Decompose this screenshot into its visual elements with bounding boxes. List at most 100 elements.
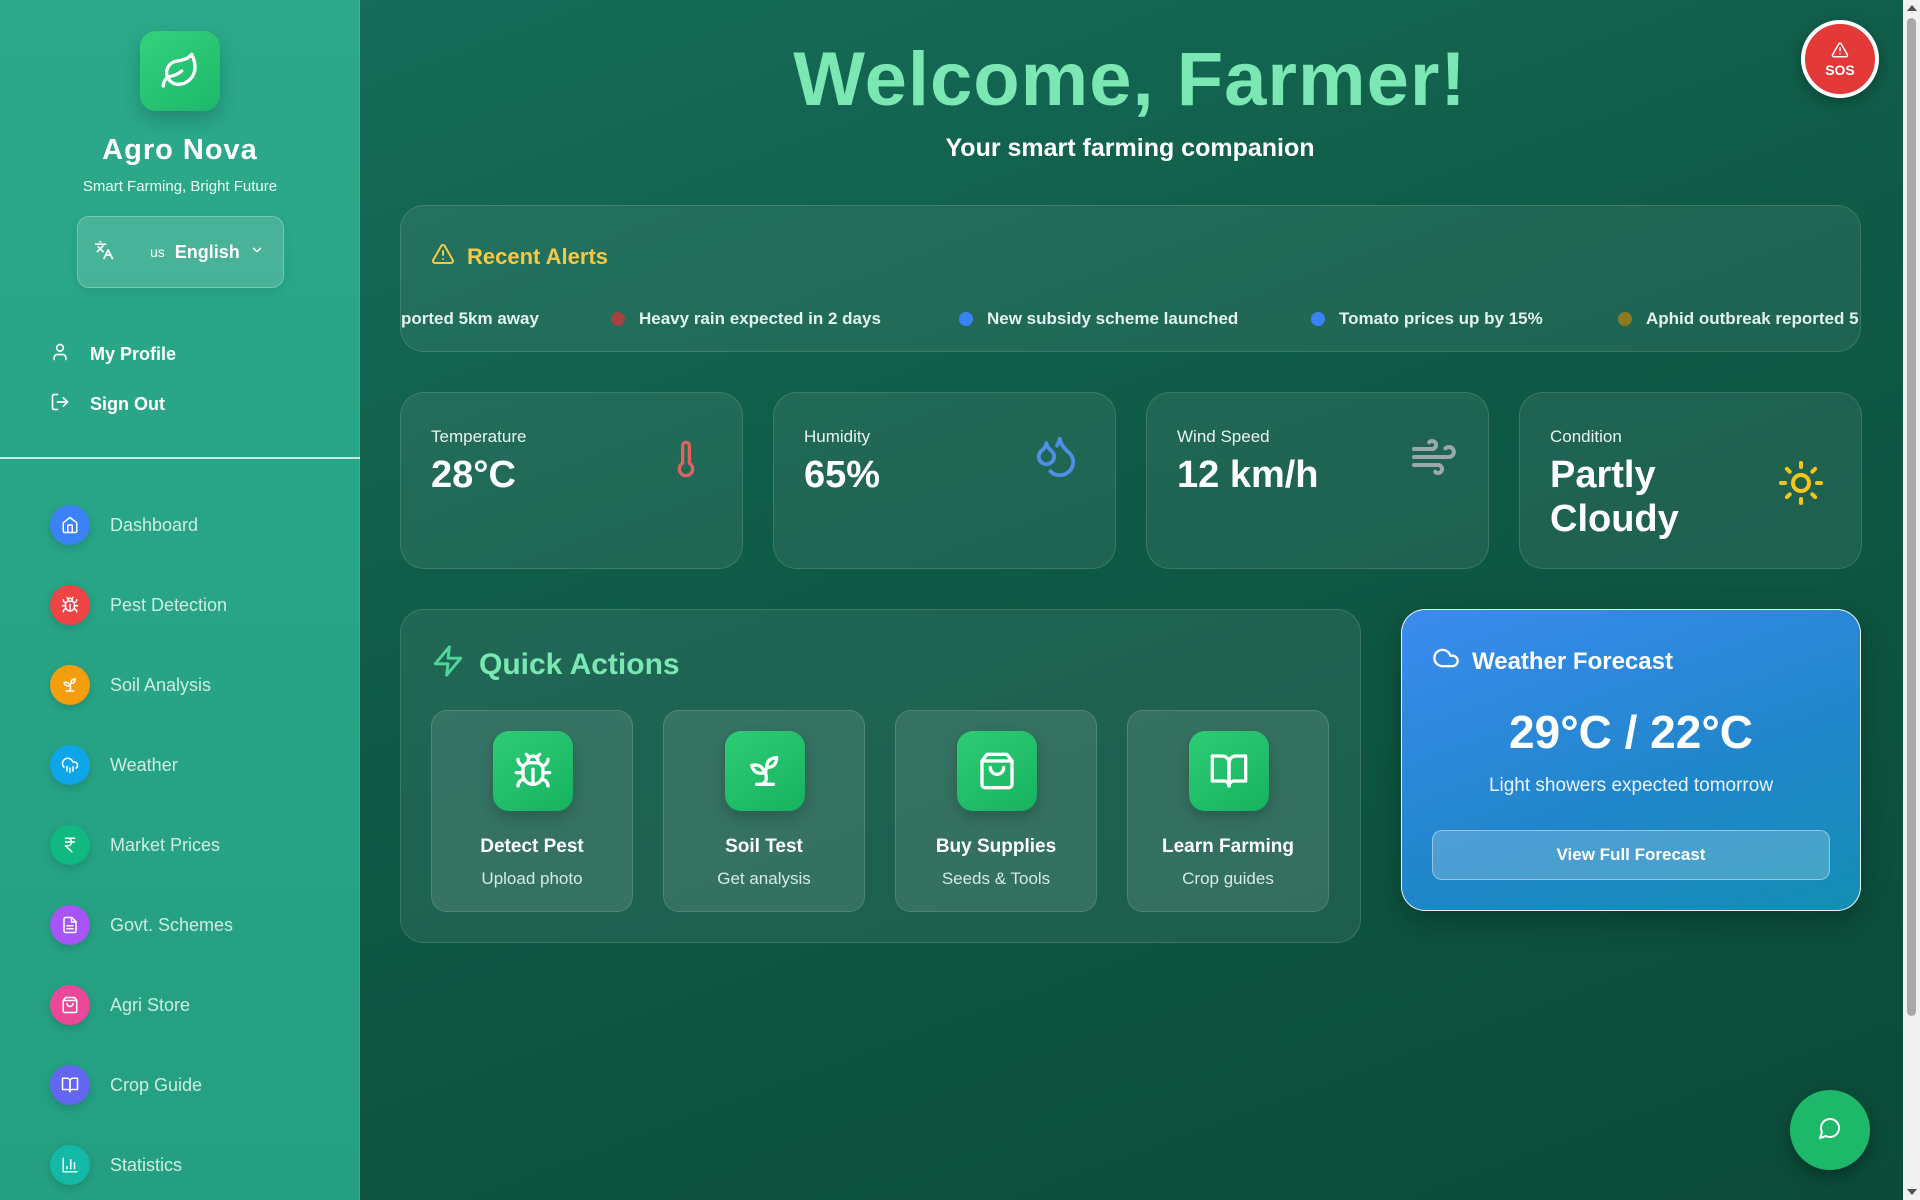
sidebar-item-dashboard[interactable]: Dashboard: [50, 503, 340, 547]
sidebar-item-label: Market Prices: [110, 834, 221, 855]
quick-action-subtitle: Crop guides: [1182, 869, 1274, 888]
quick-action-buy-supplies[interactable]: Buy Supplies Seeds & Tools: [895, 710, 1097, 912]
quick-action-title: Buy Supplies: [935, 836, 1057, 857]
quick-actions-title: Quick Actions: [479, 648, 680, 681]
alert-item[interactable]: Aphid outbreak reported 5: [1618, 309, 1859, 329]
book-icon: [1189, 731, 1269, 811]
quick-action-title: Learn Farming: [1162, 836, 1294, 857]
stat-label: Temperature: [431, 427, 527, 446]
sidebar-item-label: Soil Analysis: [110, 674, 212, 695]
alert-text: ported 5km away: [401, 309, 539, 328]
stat-label: Humidity: [804, 427, 871, 446]
stat-value: Partly Cloudy: [1550, 454, 1679, 540]
chat-bubble-icon: [1818, 1116, 1842, 1145]
home-icon: [50, 505, 90, 545]
view-full-forecast-button[interactable]: View Full Forecast: [1432, 830, 1830, 880]
book-icon: [50, 1065, 90, 1105]
leaf-icon: [140, 31, 220, 111]
recent-alerts-header: Recent Alerts: [431, 242, 608, 272]
translate-icon: [94, 240, 114, 265]
lightning-icon: [431, 644, 465, 686]
sidebar-item-pest-detection[interactable]: Pest Detection: [50, 583, 340, 627]
droplets-icon: [1033, 433, 1079, 484]
recent-alerts-panel: Recent Alerts ported 5km away Heavy rain…: [400, 205, 1861, 352]
chevron-down-icon: [250, 243, 264, 262]
sidebar-item-crop-guide[interactable]: Crop Guide: [50, 1063, 340, 1107]
quick-action-title: Soil Test: [725, 836, 803, 857]
alert-text: Heavy rain expected in 2 days: [639, 309, 881, 328]
page-title: Welcome, Farmer!: [793, 37, 1467, 122]
quick-action-soil-test[interactable]: Soil Test Get analysis: [663, 710, 865, 912]
forecast-header: Weather Forecast: [1432, 644, 1673, 679]
quick-action-title: Detect Pest: [480, 836, 584, 857]
thermometer-icon: [666, 433, 706, 490]
alert-item[interactable]: ported 5km away: [401, 309, 539, 329]
selected-language: English: [174, 241, 240, 262]
sidebar-item-label: Crop Guide: [110, 1074, 203, 1095]
page-subtitle: Your smart farming companion: [945, 134, 1315, 162]
scroll-up-arrow[interactable]: [1907, 5, 1917, 11]
sidebar-item-weather[interactable]: Weather: [50, 743, 340, 787]
brand-name: Agro Nova: [102, 134, 258, 166]
sidebar-item-label: Statistics: [110, 1154, 183, 1175]
flag-code: us: [150, 244, 165, 260]
sidebar-item-label: Govt. Schemes: [110, 914, 234, 935]
alert-item[interactable]: Heavy rain expected in 2 days: [611, 309, 881, 329]
shopping-bag-icon: [50, 985, 90, 1025]
stat-label: Wind Speed: [1177, 427, 1270, 446]
stat-value: 28°C: [431, 454, 516, 496]
my-profile-link[interactable]: My Profile: [50, 339, 176, 369]
sidebar-item-govt-schemes[interactable]: Govt. Schemes: [50, 903, 340, 947]
chat-button[interactable]: [1790, 1090, 1870, 1170]
log-out-icon: [50, 392, 70, 417]
scroll-down-arrow[interactable]: [1907, 1189, 1917, 1195]
page-scrollbar[interactable]: [1903, 0, 1920, 1200]
sos-button[interactable]: SOS: [1801, 20, 1879, 98]
sign-out-link[interactable]: Sign Out: [50, 389, 165, 419]
recent-alerts-title: Recent Alerts: [467, 244, 609, 269]
sprout-icon: [50, 665, 90, 705]
stat-card-humidity: Humidity 65%: [773, 392, 1116, 569]
sidebar-divider: [0, 457, 360, 459]
alert-item[interactable]: New subsidy scheme launched: [959, 309, 1238, 329]
bug-icon: [50, 585, 90, 625]
sprout-icon: [725, 731, 805, 811]
bug-icon: [493, 731, 573, 811]
alert-dot: [1311, 312, 1325, 326]
alert-item[interactable]: Tomato prices up by 15%: [1311, 309, 1543, 329]
cloud-rain-icon: [50, 745, 90, 785]
sos-label: SOS: [1825, 61, 1855, 78]
quick-action-subtitle: Upload photo: [481, 869, 583, 888]
sidebar: Agro Nova Smart Farming, Bright Future u…: [0, 0, 360, 1200]
alert-triangle-icon: [431, 242, 455, 272]
stat-value: 65%: [804, 454, 881, 496]
alert-dot: [959, 312, 973, 326]
user-icon: [50, 342, 70, 367]
sidebar-item-label: Pest Detection: [110, 594, 228, 615]
stat-card-condition: Condition Partly Cloudy: [1519, 392, 1862, 569]
stat-label: Condition: [1550, 427, 1622, 446]
quick-action-subtitle: Seeds & Tools: [941, 869, 1051, 888]
forecast-temps: 29°C / 22°C: [1509, 706, 1753, 758]
sidebar-item-label: Dashboard: [110, 514, 199, 535]
alert-dot: [1618, 312, 1632, 326]
alert-dot: [611, 312, 625, 326]
quick-action-detect-pest[interactable]: Detect Pest Upload photo: [431, 710, 633, 912]
sidebar-item-soil-analysis[interactable]: Soil Analysis: [50, 663, 340, 707]
sun-icon: [1777, 459, 1825, 512]
forecast-description: Light showers expected tomorrow: [1488, 775, 1774, 796]
bar-chart-icon: [50, 1145, 90, 1185]
brand-tagline: Smart Farming, Bright Future: [82, 178, 278, 195]
alert-text: Tomato prices up by 15%: [1339, 309, 1543, 328]
sidebar-item-agri-store[interactable]: Agri Store: [50, 983, 340, 1027]
alert-triangle-icon: [1831, 41, 1849, 62]
scrollbar-thumb[interactable]: [1907, 18, 1916, 1016]
language-select[interactable]: us English: [77, 216, 284, 288]
alert-text: New subsidy scheme launched: [987, 309, 1239, 328]
quick-action-learn-farming[interactable]: Learn Farming Crop guides: [1127, 710, 1329, 912]
forecast-title: Weather Forecast: [1472, 647, 1673, 675]
weather-forecast-card: Weather Forecast 29°C / 22°C Light showe…: [1401, 609, 1861, 911]
sidebar-item-statistics[interactable]: Statistics: [50, 1143, 340, 1187]
quick-action-subtitle: Get analysis: [717, 869, 811, 888]
sidebar-item-market-prices[interactable]: Market Prices: [50, 823, 340, 867]
